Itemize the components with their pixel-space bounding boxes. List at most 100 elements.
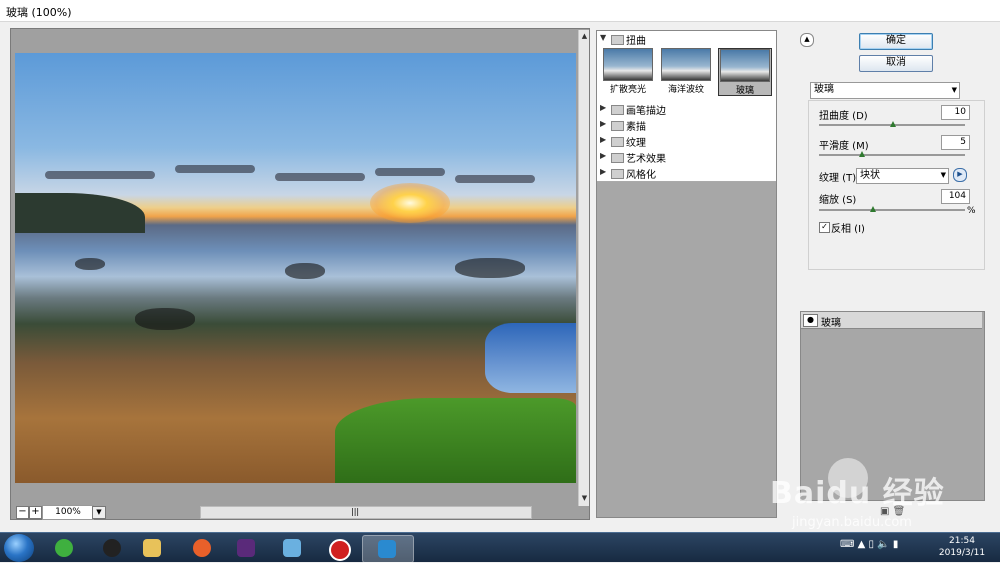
photoshop-icon [378, 540, 396, 558]
wave-distortion [375, 168, 445, 176]
wave-distortion [455, 175, 535, 183]
record-icon [329, 539, 351, 561]
collapsed-triangle-icon[interactable]: ▶ [600, 135, 606, 144]
scroll-down-icon[interactable]: ▼ [580, 494, 589, 503]
watermark-brand: Baidu 经验 [770, 476, 945, 511]
watermark-url: jingyan.baidu.com [792, 515, 912, 530]
smoothness-label: 平滑度 (M) [819, 141, 869, 152]
taskbar-app-photoshop[interactable] [362, 535, 414, 563]
collapsed-triangle-icon[interactable]: ▶ [600, 167, 606, 176]
category-brush-strokes[interactable]: ▶ 画笔描边 [597, 101, 776, 118]
texture-label: 纹理 (T): [819, 173, 860, 184]
system-tray[interactable]: ⌨ ▲ ▯ 🔈 ▮ [840, 539, 898, 550]
preview-horizontal-scrollbar[interactable]: ||| [200, 506, 532, 519]
texture-menu-icon[interactable]: ▶ [953, 168, 967, 182]
expand-tray-icon[interactable]: ▲ [858, 539, 866, 550]
rock [285, 263, 325, 279]
expanded-triangle-icon[interactable]: ▼ [600, 33, 606, 42]
collapsed-triangle-icon[interactable]: ▶ [600, 103, 606, 112]
device-icon[interactable]: ▯ [869, 539, 875, 550]
invert-checkbox[interactable]: ✓ [819, 222, 830, 233]
thumbnail-label: 海洋波纹 [667, 85, 704, 95]
network-icon[interactable]: ▮ [893, 539, 899, 550]
clock-time: 21:54 [949, 536, 975, 546]
speaker-icon[interactable]: 🔈 [877, 539, 889, 550]
taskbar-app-tool[interactable] [268, 535, 318, 561]
media-icon [237, 539, 255, 557]
distortion-slider[interactable] [819, 121, 965, 127]
category-artistic[interactable]: ▶ 艺术效果 [597, 149, 776, 166]
smoothness-field[interactable]: 5 [941, 135, 970, 150]
category-label: 画笔描边 [626, 106, 666, 117]
title-bar: 玻璃 (100%) [0, 0, 1000, 22]
rock [455, 258, 525, 278]
taskbar-app-firefox[interactable] [178, 535, 228, 561]
zoom-out-button[interactable]: − [16, 506, 29, 519]
system-clock[interactable]: 21:54 2019/3/11 [932, 535, 992, 559]
folder-icon [611, 121, 624, 131]
eye-icon[interactable]: ● [803, 314, 818, 327]
filter-select[interactable]: 玻璃 ▼ [810, 82, 960, 99]
wave-distortion [175, 165, 255, 173]
zoom-level-field[interactable]: 100% [42, 505, 94, 520]
category-label: 艺术效果 [626, 154, 666, 165]
preview-image[interactable] [15, 53, 576, 483]
settings-panel: ▲ 确定 取消 玻璃 ▼ 扭曲度 (D) 10 平滑度 (M) 5 纹理 (T)… [800, 30, 990, 517]
effect-layer-row[interactable]: ● 玻璃 [801, 312, 982, 329]
qq-icon [103, 539, 121, 557]
ok-button[interactable]: 确定 [859, 33, 933, 50]
thumb-diffuse-glow[interactable]: 扩散亮光 [602, 48, 654, 95]
texture-select[interactable]: 块状 ▼ [856, 168, 949, 184]
taskbar-app-explorer[interactable] [128, 535, 178, 561]
texture-select-value: 块状 [860, 170, 880, 181]
taskbar-app-recorder[interactable] [314, 535, 364, 561]
category-texture[interactable]: ▶ 纹理 [597, 133, 776, 150]
category-label: 扭曲 [626, 36, 646, 47]
zoom-in-button[interactable]: + [29, 506, 42, 519]
collapsed-triangle-icon[interactable]: ▶ [600, 151, 606, 160]
zoom-dropdown-icon[interactable]: ▼ [92, 506, 106, 519]
category-distort[interactable]: ▼ 扭曲 扩散亮光 海洋波纹 玻璃 [597, 31, 776, 102]
slider-knob[interactable] [870, 206, 876, 212]
thumbnail-label: 扩散亮光 [609, 85, 646, 95]
thumb-ocean-ripple[interactable]: 海洋波纹 [660, 48, 712, 95]
taskbar: ⌨ ▲ ▯ 🔈 ▮ 21:54 2019/3/11 [0, 532, 1000, 563]
category-label: 风格化 [626, 170, 656, 181]
scaling-field[interactable]: 104 [941, 189, 970, 204]
scroll-up-icon[interactable]: ▲ [580, 32, 589, 41]
distortion-field[interactable]: 10 [941, 105, 970, 120]
invert-label: 反相 (I) [831, 224, 865, 235]
folder-icon [611, 105, 624, 115]
wave-distortion [45, 171, 155, 179]
collapse-gallery-icon[interactable]: ▲ [800, 33, 814, 47]
taskbar-app-360[interactable] [40, 535, 90, 561]
grass [335, 398, 576, 483]
zoom-bar: − + 100% ▼ ||| [10, 505, 590, 520]
window-title: 玻璃 (100%) [6, 6, 72, 19]
slider-knob[interactable] [859, 151, 865, 157]
browser-icon [55, 539, 73, 557]
start-button[interactable] [4, 534, 34, 562]
cancel-button[interactable]: 取消 [859, 55, 933, 72]
folder-icon [611, 153, 624, 163]
chevron-down-icon: ▼ [951, 86, 957, 94]
slider-knob[interactable] [890, 121, 896, 127]
collapsed-triangle-icon[interactable]: ▶ [600, 119, 606, 128]
rock [135, 308, 195, 330]
thumb-glass[interactable]: 玻璃 [718, 48, 772, 96]
filter-gallery: ▼ 扭曲 扩散亮光 海洋波纹 玻璃 ▶ 画笔描边 ▶ 素描 ▶ 纹理 ▶ 艺术效… [596, 30, 777, 518]
smoothness-slider[interactable] [819, 151, 965, 157]
category-label: 素描 [626, 122, 646, 133]
taskbar-app-media[interactable] [222, 535, 272, 561]
preview-vertical-scrollbar[interactable]: ▲ ▼ [578, 30, 589, 506]
distortion-label: 扭曲度 (D) [819, 111, 868, 122]
category-stylize[interactable]: ▶ 风格化 [597, 165, 776, 182]
scroll-grip[interactable]: ||| [351, 507, 359, 517]
chevron-down-icon: ▼ [940, 171, 946, 179]
distant-hill [15, 193, 145, 233]
thumbnail-image [661, 48, 711, 81]
filter-select-value: 玻璃 [814, 84, 834, 95]
scaling-slider[interactable] [819, 206, 965, 212]
keyboard-icon[interactable]: ⌨ [840, 539, 854, 550]
category-sketch[interactable]: ▶ 素描 [597, 117, 776, 134]
